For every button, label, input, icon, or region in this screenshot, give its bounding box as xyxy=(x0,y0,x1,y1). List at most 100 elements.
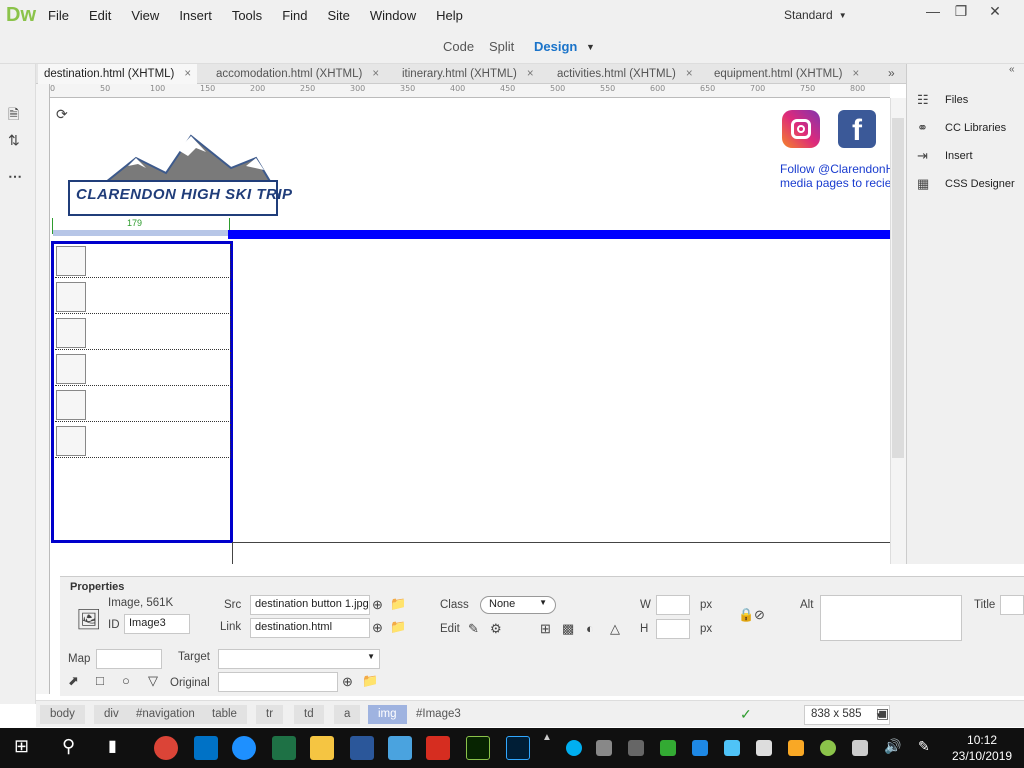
nav-row[interactable] xyxy=(55,316,231,350)
circle-hotspot-icon[interactable]: ○ xyxy=(122,673,130,688)
height-unit[interactable]: px xyxy=(700,623,712,635)
original-input[interactable] xyxy=(218,672,338,692)
close-icon[interactable]: × xyxy=(852,68,859,80)
class-select[interactable]: None ▼ xyxy=(480,596,556,614)
word-icon[interactable] xyxy=(350,736,374,760)
system-clock[interactable]: 10:12 23/10/2019 xyxy=(952,732,1012,764)
close-icon[interactable]: × xyxy=(686,68,693,80)
reset-size-icon[interactable]: ⊘ xyxy=(754,607,765,623)
preview-icon[interactable]: ▣ xyxy=(876,705,889,722)
nav-row[interactable] xyxy=(55,424,231,458)
dreamweaver-taskbar-icon[interactable] xyxy=(466,736,490,760)
pointer-hotspot-icon[interactable]: ⬈ xyxy=(68,673,79,689)
panel-files[interactable]: ☷ Files xyxy=(917,92,968,108)
search-icon[interactable]: ⚲ xyxy=(62,736,75,757)
image-placeholder-icon[interactable] xyxy=(56,282,86,312)
tag-img[interactable]: img xyxy=(368,705,407,724)
usb-icon[interactable] xyxy=(756,740,772,756)
tag-table[interactable]: table xyxy=(202,705,247,724)
folder-icon[interactable]: 📁 xyxy=(390,596,406,612)
windows-start-icon[interactable]: ⊞ xyxy=(14,736,29,757)
src-input[interactable]: destination button 1.jpg xyxy=(250,595,370,615)
panel-css-designer[interactable]: ▦ CSS Designer xyxy=(917,176,1015,192)
content-area[interactable] xyxy=(232,542,890,564)
tray-app-icon[interactable] xyxy=(724,740,740,756)
design-canvas[interactable]: ⟳ CLARENDON HIGH SKI TRIP 179 f Follow @… xyxy=(50,98,890,564)
restore-icon[interactable]: ❐ xyxy=(946,0,976,22)
tag-div[interactable]: div xyxy=(94,705,129,724)
notes-icon[interactable] xyxy=(388,736,412,760)
more-icon[interactable]: ⋯ xyxy=(8,168,22,185)
settings-icon[interactable]: ⚙ xyxy=(490,621,502,637)
file-explorer-icon[interactable] xyxy=(310,736,334,760)
width-input[interactable] xyxy=(656,595,690,615)
tab-equipment[interactable]: equipment.html (XHTML) × xyxy=(708,64,865,84)
tag-td[interactable]: td xyxy=(294,705,324,724)
minimize-icon[interactable]: — xyxy=(918,0,948,22)
menu-help[interactable]: Help xyxy=(426,8,473,23)
id-input[interactable]: Image3 xyxy=(124,614,190,634)
chevron-down-icon[interactable]: ▼ xyxy=(586,42,595,52)
folder-icon[interactable]: 📁 xyxy=(362,673,378,689)
volume-icon[interactable]: 🔊 xyxy=(884,738,901,755)
menu-file[interactable]: File xyxy=(38,8,79,23)
excel-icon[interactable] xyxy=(272,736,296,760)
image-placeholder-icon[interactable] xyxy=(56,426,86,456)
internet-explorer-icon[interactable] xyxy=(232,736,256,760)
sharpen-icon[interactable]: △ xyxy=(610,621,620,637)
close-icon[interactable]: × xyxy=(184,68,191,80)
workspace-switcher[interactable]: Standard ▼ xyxy=(772,4,852,26)
resample-icon[interactable]: ▩ xyxy=(562,621,574,637)
tab-destination[interactable]: destination.html (XHTML) × xyxy=(38,64,198,84)
menu-view[interactable]: View xyxy=(121,8,169,23)
image-placeholder-icon[interactable] xyxy=(56,246,86,276)
folder-icon[interactable]: 📁 xyxy=(390,619,406,635)
navigation-table[interactable] xyxy=(51,241,233,543)
tab-accomodation[interactable]: accomodation.html (XHTML) × xyxy=(210,64,385,84)
close-icon[interactable]: × xyxy=(372,68,379,80)
tag-body[interactable]: body xyxy=(40,705,85,724)
skype-icon[interactable] xyxy=(566,740,582,756)
scrollbar-thumb[interactable] xyxy=(892,118,904,458)
menu-site[interactable]: Site xyxy=(317,8,359,23)
collapse-icon[interactable]: « xyxy=(1009,64,1015,75)
tray-app-icon[interactable] xyxy=(660,740,676,756)
acrobat-icon[interactable] xyxy=(426,736,450,760)
target-select[interactable]: ▼ xyxy=(218,649,380,669)
outlook-icon[interactable] xyxy=(194,736,218,760)
tag-image-id[interactable]: #Image3 xyxy=(406,705,471,724)
menu-edit[interactable]: Edit xyxy=(79,8,121,23)
crop-icon[interactable]: ⊞ xyxy=(540,621,551,637)
panel-insert[interactable]: ⇥ Insert xyxy=(917,148,973,164)
menu-insert[interactable]: Insert xyxy=(169,8,222,23)
sort-icon[interactable]: ⇅ xyxy=(8,132,20,149)
tag-tr[interactable]: tr xyxy=(256,705,284,724)
brightness-icon[interactable]: ◐ xyxy=(586,621,594,636)
menu-window[interactable]: Window xyxy=(360,8,426,23)
width-unit[interactable]: px xyxy=(700,599,712,611)
menu-find[interactable]: Find xyxy=(272,8,317,23)
design-view-button[interactable]: Design xyxy=(534,39,577,54)
document-icon[interactable]: 🗎 xyxy=(8,104,19,128)
tray-app-icon[interactable] xyxy=(788,740,804,756)
code-view-button[interactable]: Code xyxy=(443,39,474,54)
task-view-icon[interactable]: ▮ xyxy=(108,736,117,756)
nav-row[interactable] xyxy=(55,388,231,422)
printer-icon[interactable] xyxy=(596,740,612,756)
pen-icon[interactable]: ✎ xyxy=(918,738,930,755)
more-tabs-icon[interactable]: » xyxy=(888,66,895,80)
instagram-icon[interactable] xyxy=(782,110,820,148)
link-input[interactable]: destination.html xyxy=(250,618,370,638)
alt-input[interactable] xyxy=(820,595,962,641)
nav-row[interactable] xyxy=(55,352,231,386)
tray-app-icon[interactable] xyxy=(628,740,644,756)
close-icon[interactable]: × xyxy=(527,68,534,80)
polygon-hotspot-icon[interactable]: ▽ xyxy=(148,673,158,689)
tab-activities[interactable]: activities.html (XHTML) × xyxy=(551,64,699,84)
tray-expand-icon[interactable]: ▲ xyxy=(542,732,552,743)
tag-a[interactable]: a xyxy=(334,705,361,724)
network-icon[interactable] xyxy=(852,740,868,756)
split-view-button[interactable]: Split xyxy=(489,39,514,54)
facebook-icon[interactable]: f xyxy=(838,110,876,148)
map-input[interactable] xyxy=(96,649,162,669)
